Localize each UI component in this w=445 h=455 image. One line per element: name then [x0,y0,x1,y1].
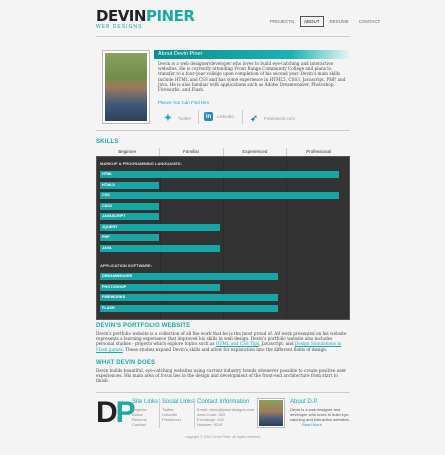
linkedin-label: LinkedIn [217,114,235,119]
footer-divider [159,398,160,428]
logo-first: DEVIN [96,7,146,25]
skill-category-label: MARKUP & PROGRAMMING LANGUAGES: [100,161,182,166]
skill-bar-dreamweaver: DREAMWEAVER [100,273,278,280]
skill-bar-jquery: JQUERY [100,223,220,231]
skill-bar-html5: HTML5 [100,181,159,189]
footer-about: About D.P. Devin is a web designer and d… [290,399,350,427]
twitter-label: Twitter [178,115,192,121]
nav-projects[interactable]: PROJECTS [266,16,298,27]
footer-contact: Contact Information Email: devin@pinerde… [197,399,254,427]
contact-title: Contact Information [197,399,250,405]
level-label: Familiar [158,148,223,156]
level-label: Experienced [222,148,287,156]
footer-link-freelancer[interactable]: Freelancer [162,417,194,422]
footer-divider [194,398,195,428]
skill-bar-php: PHP [100,234,159,241]
nav-about[interactable]: ABOUT [300,16,324,27]
skill-bar-javascript: JAVASCRIPT [100,213,159,220]
level-label: Beginner [118,149,137,154]
footer-about-title: About D.P. [290,399,319,405]
skill-bar-fireworks: FIREWORKS [100,294,278,301]
portfolio-text: Devin's portfolio website is a collectio… [96,331,347,352]
logo-last: PINER [145,7,195,25]
header-divider [96,36,350,37]
social-linkedin[interactable]: in LinkedIn [204,112,234,121]
skill-bar-photoshop: PHOTOSHOP [100,283,220,291]
twitter-icon: ✦ [163,112,173,124]
skill-bar-css: CSS [100,192,339,199]
skill-category-label: APPLICATION SOFTWARE: [100,263,152,268]
main-nav: PROJECTS ABOUT RESUME CONTACT [266,16,384,27]
what-title: WHAT DEVIN DOES [96,360,156,366]
nav-contact[interactable]: CONTACT [355,16,384,27]
social-divider [242,110,243,124]
portfolio-title: DEVIN'S PORTFOLIO WEBSITE [96,323,191,329]
footer-site-links: Site Links Projects About Resume Contact [132,399,158,427]
logo-subtitle: WEB DESIGNS [96,24,143,30]
skill-bar-html: HTML [100,171,339,178]
skill-bar-css3: CSS3 [100,202,159,210]
level-label: Professional [286,148,350,156]
footer-social-links: Social Links Twitter LinkedIn Freelancer [162,399,194,422]
nav-resume[interactable]: RESUME [326,16,353,27]
skill-bar-flash: FLASH [100,304,278,312]
skills-chart: MARKUP & PROGRAMMING LANGUAGES: HTML HTML5… [96,156,350,320]
skill-levels: Beginner Familiar Experienced Profession… [96,148,350,156]
grid-line [286,157,287,319]
places-label: Places You Can Find Him [158,100,210,105]
site-links-title: Site Links [132,399,159,405]
social-links-title: Social Links [162,399,195,405]
skill-bar-java: JAVA [100,244,220,252]
footer-about-text: Devin is a web designer and developer wh… [290,407,350,422]
profile-photo [102,50,150,124]
copyright: copyright © 2014 Devin Piner. all rights… [185,435,261,439]
footer-divider [96,392,350,393]
social-freelancer[interactable]: ➶ Freelancer.com [248,112,295,124]
freelancer-label: Freelancer.com [264,115,296,121]
site-logo[interactable]: DEVINPINER [96,7,195,25]
social-divider [198,110,199,124]
what-text: Devin builds beautiful, eye-catching web… [96,368,347,384]
skills-title: SKILLS [96,139,119,145]
social-twitter[interactable]: ✦ Twitter [162,112,191,124]
footer-logo[interactable]: DP [96,398,136,428]
footer-avatar [257,398,285,428]
footer-link-contact[interactable]: Contact [132,422,158,427]
about-divider [96,130,350,131]
linkedin-icon: in [204,112,213,121]
read-more-link[interactable]: Read More [290,422,350,427]
contact-number: Number: 9219 [197,422,223,427]
freelancer-icon: ➶ [250,112,258,123]
about-title: About Devin Piner [154,50,350,59]
about-text: Devin is a web designer/developer who lo… [158,61,346,93]
